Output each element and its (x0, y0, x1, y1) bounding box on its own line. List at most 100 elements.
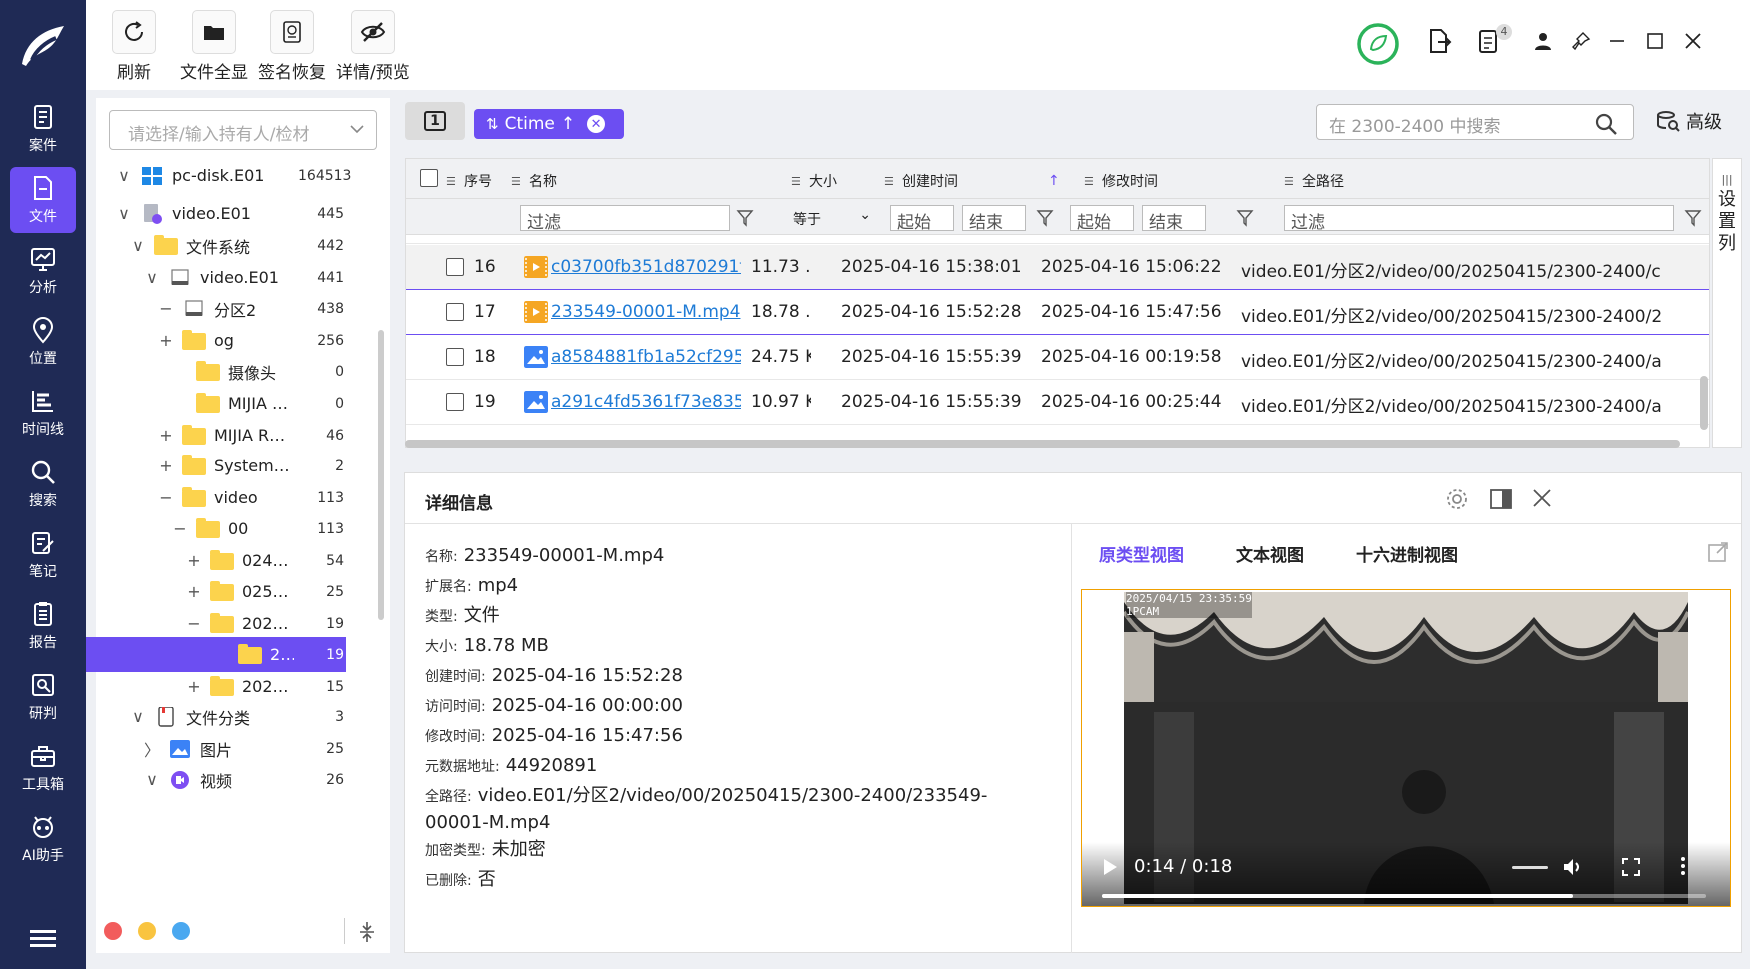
tree-item[interactable]: 摄像头 0 (96, 354, 346, 389)
cell-name-link[interactable]: c03700fb351d870291f0427 (551, 257, 741, 277)
path-filter-input[interactable]: 过滤 (1284, 205, 1674, 233)
tree-item[interactable]: − 20250415 19 (96, 606, 346, 641)
split-panel-icon[interactable] (1489, 487, 1513, 511)
tree-item[interactable]: ∨ pc-disk.E01 164513 (96, 158, 351, 193)
mtime-start-input[interactable]: 起始 (1070, 205, 1134, 233)
expand-toggle-icon[interactable]: ∨ (130, 236, 146, 255)
table-row[interactable]: 15a291c4fd5361f73e835ff41a14.17 ...2025-… (406, 235, 1709, 244)
tree-item[interactable]: ∨ 文件系统 442 (96, 228, 346, 263)
open-external-icon[interactable] (1707, 541, 1729, 563)
collapse-all-icon[interactable] (358, 920, 376, 944)
ctime-start-input[interactable]: 起始 (890, 205, 954, 233)
export-button[interactable] (1424, 26, 1454, 56)
name-filter-input[interactable]: 过滤 (520, 205, 730, 233)
nav-item-case[interactable]: 案件 (10, 96, 76, 162)
row-checkbox[interactable] (446, 303, 464, 321)
expand-toggle-icon[interactable]: ∨ (130, 707, 146, 726)
ctime-end-input[interactable]: 结束 (962, 205, 1026, 233)
expand-toggle-icon[interactable]: ∨ (144, 268, 160, 287)
tree-item[interactable]: ∨ video.E01 445 (96, 196, 346, 231)
expand-toggle-icon[interactable]: + (158, 456, 174, 475)
tree-item[interactable]: − video 113 (96, 480, 346, 515)
expand-toggle-icon[interactable]: + (186, 677, 202, 696)
show-all-button[interactable]: 文件全显 (180, 10, 248, 83)
play-icon[interactable] (1102, 858, 1118, 876)
tree-item[interactable]: − 分区2 438 (96, 291, 346, 326)
tab-hex-view[interactable]: 十六进制视图 (1356, 541, 1458, 566)
expand-toggle-icon[interactable]: ∨ (116, 204, 132, 223)
header-path[interactable]: ☰ 全路径 (1284, 171, 1344, 191)
nav-item-ai-assistant[interactable]: AI助手 (10, 806, 76, 872)
status-dot[interactable] (138, 922, 156, 940)
tab-text-view[interactable]: 文本视图 (1236, 541, 1304, 566)
header-mtime[interactable]: ☰ 修改时间 (1084, 171, 1158, 191)
header-name[interactable]: ☰ 名称 (511, 171, 557, 191)
settings-gear-icon[interactable] (1445, 487, 1469, 511)
search-icon[interactable] (1594, 112, 1618, 136)
status-dot[interactable] (104, 922, 122, 940)
table-row[interactable]: 19 a291c4fd5361f73e835ff41a 10.97 KB 2025-0… (406, 380, 1709, 425)
nav-item-report[interactable]: 报告 (10, 593, 76, 659)
nav-item-analysis[interactable]: 分析 (10, 238, 76, 304)
tree-item[interactable]: + og 256 (96, 323, 346, 358)
expand-toggle-icon[interactable]: + (186, 582, 202, 601)
tasks-button[interactable]: 4 (1474, 24, 1512, 56)
tree-item[interactable]: ∨ 视频 26 (96, 762, 346, 797)
advanced-search-button[interactable]: 高级 (1656, 108, 1722, 134)
signature-restore-button[interactable]: 签名恢复 (258, 10, 326, 83)
cell-name-link[interactable]: a291c4fd5361f73e835ff41a (551, 392, 741, 412)
set-columns-button[interactable]: ||| 设 置 列 (1712, 158, 1742, 448)
filter-icon[interactable] (736, 209, 754, 227)
filter-icon[interactable] (1236, 209, 1254, 227)
vertical-scrollbar[interactable] (1700, 376, 1708, 430)
expand-toggle-icon[interactable]: + (186, 551, 202, 570)
header-size[interactable]: ☰ 大小 (791, 171, 837, 191)
owner-select[interactable]: 请选择/输入持有人/检材 (109, 110, 377, 150)
expand-toggle-icon[interactable]: − (172, 519, 188, 538)
video-progress-bar[interactable] (1102, 894, 1706, 898)
select-all-checkbox[interactable] (420, 169, 438, 187)
nav-item-timeline[interactable]: 时间线 (10, 380, 76, 446)
expand-toggle-icon[interactable]: + (158, 331, 174, 350)
nav-item-location[interactable]: 位置 (10, 309, 76, 375)
expand-toggle-icon[interactable]: − (158, 488, 174, 507)
close-icon[interactable] (1531, 487, 1553, 509)
row-checkbox[interactable] (446, 393, 464, 411)
expand-toggle-icon[interactable]: + (158, 426, 174, 445)
table-row[interactable]: 16 c03700fb351d870291f0427 11.73 ... 2025-0… (406, 245, 1709, 290)
status-dot[interactable] (172, 922, 190, 940)
connection-status-button[interactable] (1356, 22, 1400, 66)
header-ctime[interactable]: ☰ 创建时间 ↑ (884, 171, 1060, 191)
table-row[interactable]: 18 a8584881fb1a52cf2950082 24.75 KB 2025-04… (406, 335, 1709, 380)
tree-item[interactable]: +0240806 54 (96, 543, 346, 578)
remove-sort-icon[interactable]: ✕ (587, 115, 606, 133)
nav-item-search[interactable]: 搜索 (10, 451, 76, 517)
sort-chip[interactable]: ⇅ Ctime ↑ ✕ (474, 109, 624, 139)
nav-item-note[interactable]: 笔记 (10, 522, 76, 588)
tree-item[interactable]: + System Volume ... 2 (96, 448, 346, 483)
tree-item[interactable]: ∨ video.E01 441 (96, 260, 346, 295)
tab-original-view[interactable]: 原类型视图 (1099, 541, 1184, 566)
search-input[interactable]: 在 2300-2400 中搜索 (1316, 104, 1634, 140)
tree-item[interactable]: MIJIA RECORD ... 0 (96, 386, 346, 421)
fullscreen-icon[interactable] (1622, 858, 1640, 876)
expand-toggle-icon[interactable]: 〉 (144, 737, 160, 761)
horizontal-scrollbar[interactable] (405, 440, 1680, 448)
nav-item-file[interactable]: 文件 (10, 167, 76, 233)
header-index[interactable]: ☰ 序号 (446, 171, 492, 191)
minimize-button[interactable] (1602, 26, 1632, 56)
close-window-button[interactable] (1678, 26, 1708, 56)
tree-item[interactable]: 2300-2400 19 (86, 637, 346, 672)
mtime-end-input[interactable]: 结束 (1142, 205, 1206, 233)
tree-item[interactable]: − 00 113 (96, 511, 346, 546)
pin-button[interactable] (1566, 26, 1596, 56)
cell-name-link[interactable]: a8584881fb1a52cf2950082 (551, 347, 741, 367)
expand-toggle-icon[interactable]: ∨ (144, 770, 160, 789)
volume-slider[interactable] (1512, 866, 1548, 869)
user-button[interactable] (1528, 26, 1558, 56)
tree-item[interactable]: 〉 图片 25 (96, 731, 346, 766)
volume-icon[interactable] (1562, 856, 1584, 878)
expand-toggle-icon[interactable]: − (186, 614, 202, 633)
video-player[interactable]: 2025/04/15 23:35:59 1PCAM 0:14 / 0:18 (1081, 589, 1731, 907)
table-row[interactable]: 17 233549-00001-M.mp4 18.78 ... 2025-04-16 … (406, 290, 1709, 335)
